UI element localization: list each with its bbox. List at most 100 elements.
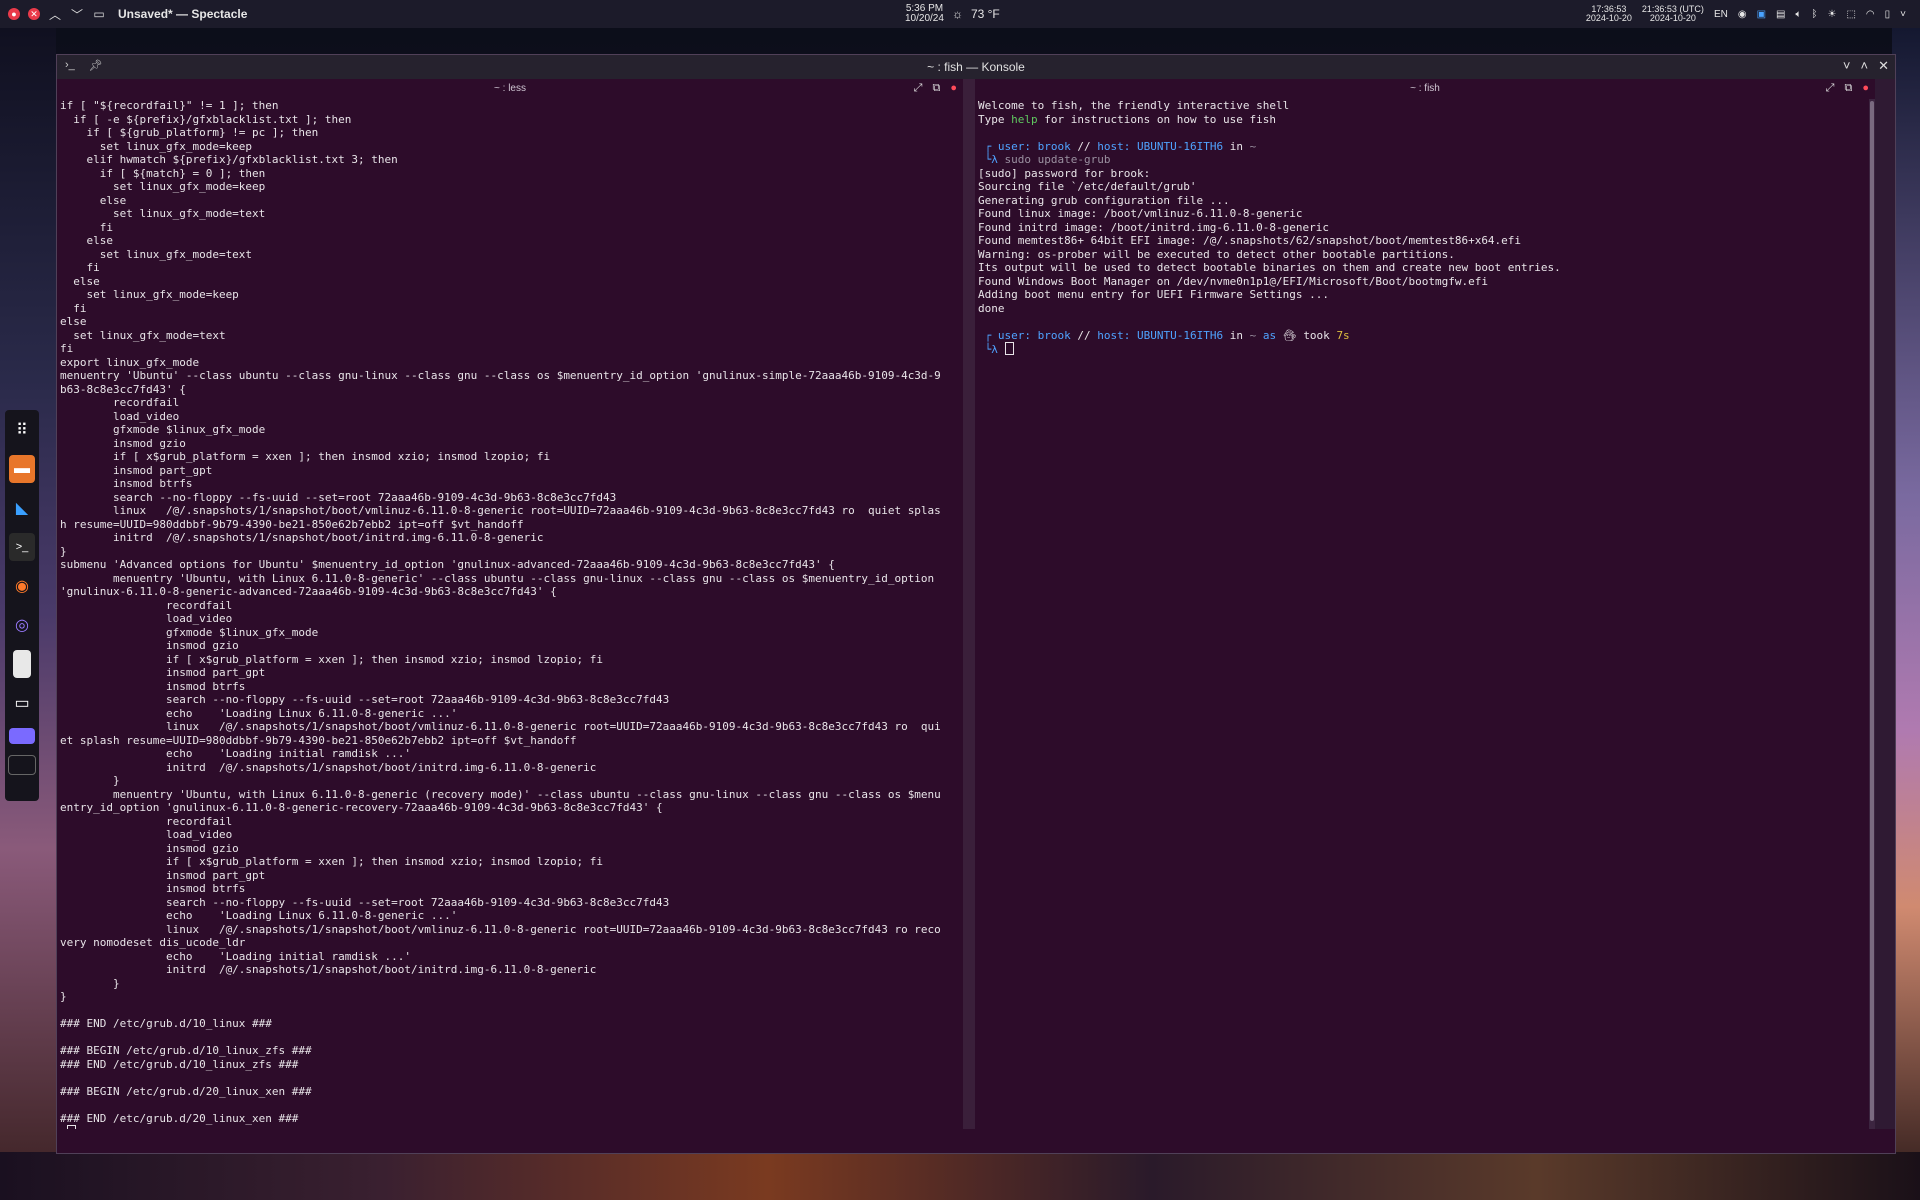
files-icon[interactable]: ▬ [9,455,35,483]
less-line: fi [60,261,100,274]
less-line [60,1071,959,1085]
less-line: very nomodeset dis_ucode_ldr [60,936,246,949]
volume-icon[interactable]: 🔈︎ [1795,9,1801,20]
document-icon[interactable] [13,650,31,678]
maximize-pane-icon[interactable]: ⤢ [914,82,923,95]
active-window-title: Unsaved* — Spectacle [118,7,248,21]
vscode-icon[interactable]: ◣ [9,494,35,522]
terminal-pane-fish[interactable]: ~ : fish ⤢ ⧉ ● Welcome to fish, the frie… [975,79,1875,1129]
less-line: else [60,315,87,328]
less-line: menuentry 'Ubuntu' --class ubuntu --clas… [60,369,941,382]
maximize-icon[interactable]: ˄ [1861,58,1869,74]
less-line: search --no-floppy --fs-uuid --set=root … [60,895,670,909]
less-line [60,1098,959,1112]
prompt-duration: 7s [1336,328,1350,342]
terminal-output[interactable]: if [ "${recordfail}" != 1 ]; then if [ -… [60,99,959,1129]
weather-temp[interactable]: 73 °F [971,7,1000,21]
less-line: ### BEGIN /etc/grub.d/10_linux_zfs ### [60,1044,312,1057]
app-dock: ⠿ ▬ ◣ >_ ◉ ◎ ▭ [5,410,39,801]
less-line: else [60,234,113,247]
clock[interactable]: 5:36 PM 10/20/24 [905,4,944,24]
keyboard-layout[interactable]: EN [1714,9,1728,20]
folder-icon[interactable] [9,728,35,744]
less-line: linux /@/.snapshots/1/snapshot/boot/vmli… [60,720,941,733]
scrollbar[interactable] [1869,99,1875,1129]
firefox-icon[interactable]: ◉ [9,572,35,600]
less-line: et splash resume=UUID=980ddbbf-9b79-4390… [60,733,577,747]
app-menu-icon[interactable]: ● [8,8,20,20]
less-line: b63-8c8e3cc7fd43' { [60,382,186,396]
prompt-user: brook [1037,328,1071,342]
output-line: Sourcing file `/etc/default/grub' [978,180,1197,193]
local-clock[interactable]: 17:36:53 2024-10-20 [1586,5,1632,23]
less-line: initrd /@/.snapshots/1/snapshot/boot/ini… [60,531,544,544]
window-icon: ▭ [93,7,105,21]
less-line: ### END /etc/grub.d/10_linux_zfs ### [60,1057,299,1071]
window-titlebar[interactable]: ›_ 📌︎ ~ : fish — Konsole ˅ ˄ ✕ [57,55,1895,79]
bluetooth-icon[interactable]: ᛒ [1811,9,1817,20]
prompt-line-1: ┌ user: brook // host: UBUNTU-16ITH6 in … [978,139,1257,153]
less-line: 'gnulinux-6.11.0-8-generic-advanced-72aa… [60,585,557,598]
less-line: recordfail [60,814,233,828]
close-window-icon[interactable]: ✕ [28,8,40,20]
split-pane-icon[interactable]: ⧉ [1844,82,1852,95]
less-line: insmod gzio [60,639,239,652]
less-line: fi [60,301,87,315]
vscode-tray-icon[interactable]: ▣ [1757,9,1766,20]
less-line: recordfail [60,396,180,409]
less-line: ### END /etc/grub.d/20_linux_xen ### [60,1111,299,1125]
tray-expand-icon[interactable]: ˅ [1900,9,1906,20]
prompt-line-2: ┌ user: brook // host: UBUNTU-16ITH6 in … [978,328,1350,342]
browser-icon[interactable]: ◎ [9,611,35,639]
close-pane-icon[interactable]: ● [1862,82,1869,95]
clock-area[interactable]: 5:36 PM 10/20/24 ☼ 73 °F [905,2,1000,26]
app-launcher-icon[interactable]: ⠿ [9,416,35,444]
pane-title: ~ : less [494,83,526,94]
workspace-icon[interactable] [8,755,36,775]
less-line: elif hwmatch ${prefix}/gfxblacklist.txt … [60,153,398,166]
command-output: [sudo] password for brook: Sourcing file … [978,167,1871,316]
prompt-user-label: user: [997,328,1031,342]
monitor-icon[interactable]: ▭ [9,689,35,717]
less-line: menuentry 'Ubuntu, with Linux 6.11.0-8-g… [60,787,941,801]
prompt-took: took [1303,328,1330,342]
pane-splitter[interactable] [963,79,975,1129]
output-line: [sudo] password for brook: [978,166,1151,180]
top-panel: ● ✕ ︿ ﹀ ▭ Unsaved* — Spectacle 5:36 PM 1… [0,0,1920,28]
clipboard-icon[interactable]: ▤ [1776,9,1785,20]
wifi-icon[interactable]: ◠ [1866,9,1875,20]
scrollbar-thumb[interactable] [1870,101,1874,1121]
chevron-down-icon[interactable]: ﹀ [70,6,84,23]
close-pane-icon[interactable]: ● [950,82,957,95]
less-line: fi [60,220,113,234]
less-line: if [ -e ${prefix}/gfxblacklist.txt ]; th… [60,112,352,126]
minimize-icon[interactable]: ˅ [1843,58,1851,74]
output-line: Found initrd image: /boot/initrd.img-6.1… [978,220,1329,234]
help-post: for instructions on how to use fish [1037,112,1277,126]
prompt-in: in [1229,139,1243,153]
help-word: help [1011,112,1038,126]
output-line: Generating grub configuration file ... [978,193,1230,207]
utc-date: 2024-10-20 [1649,13,1696,23]
prompt-in: in [1229,328,1243,342]
less-line: insmod btrfs [60,477,193,490]
battery-icon[interactable]: ▯ [1885,9,1891,20]
less-line: export linux_gfx_mode [60,355,200,369]
maximize-pane-icon[interactable]: ⤢ [1826,82,1835,95]
terminal-output[interactable]: Welcome to fish, the friendly interactiv… [978,99,1871,1129]
chevron-up-icon[interactable]: ︿ [48,6,62,23]
less-line: if [ x$grub_platform = xxen ]; then insm… [60,652,604,666]
prompt-dir: ~ [1249,139,1257,153]
terminal-pane-less[interactable]: ~ : less ⤢ ⧉ ● if [ "${recordfail}" != 1… [57,79,963,1129]
brightness-icon[interactable]: ☀ [1827,9,1836,20]
screenshot-icon[interactable]: ◉ [1738,9,1747,20]
utc-clock[interactable]: 21:36:53 (UTC) 2024-10-20 [1642,5,1704,23]
split-pane-icon[interactable]: ⧉ [932,82,940,95]
input-line[interactable]: └λ [978,342,1871,357]
close-icon[interactable]: ✕ [1878,58,1889,74]
output-line: Warning: os-prober will be executed to d… [978,247,1455,261]
less-line: set linux_gfx_mode=keep [60,288,239,301]
less-line [60,1031,959,1045]
updates-icon[interactable]: ⬚ [1846,9,1855,20]
terminal-icon[interactable]: >_ [9,533,35,561]
